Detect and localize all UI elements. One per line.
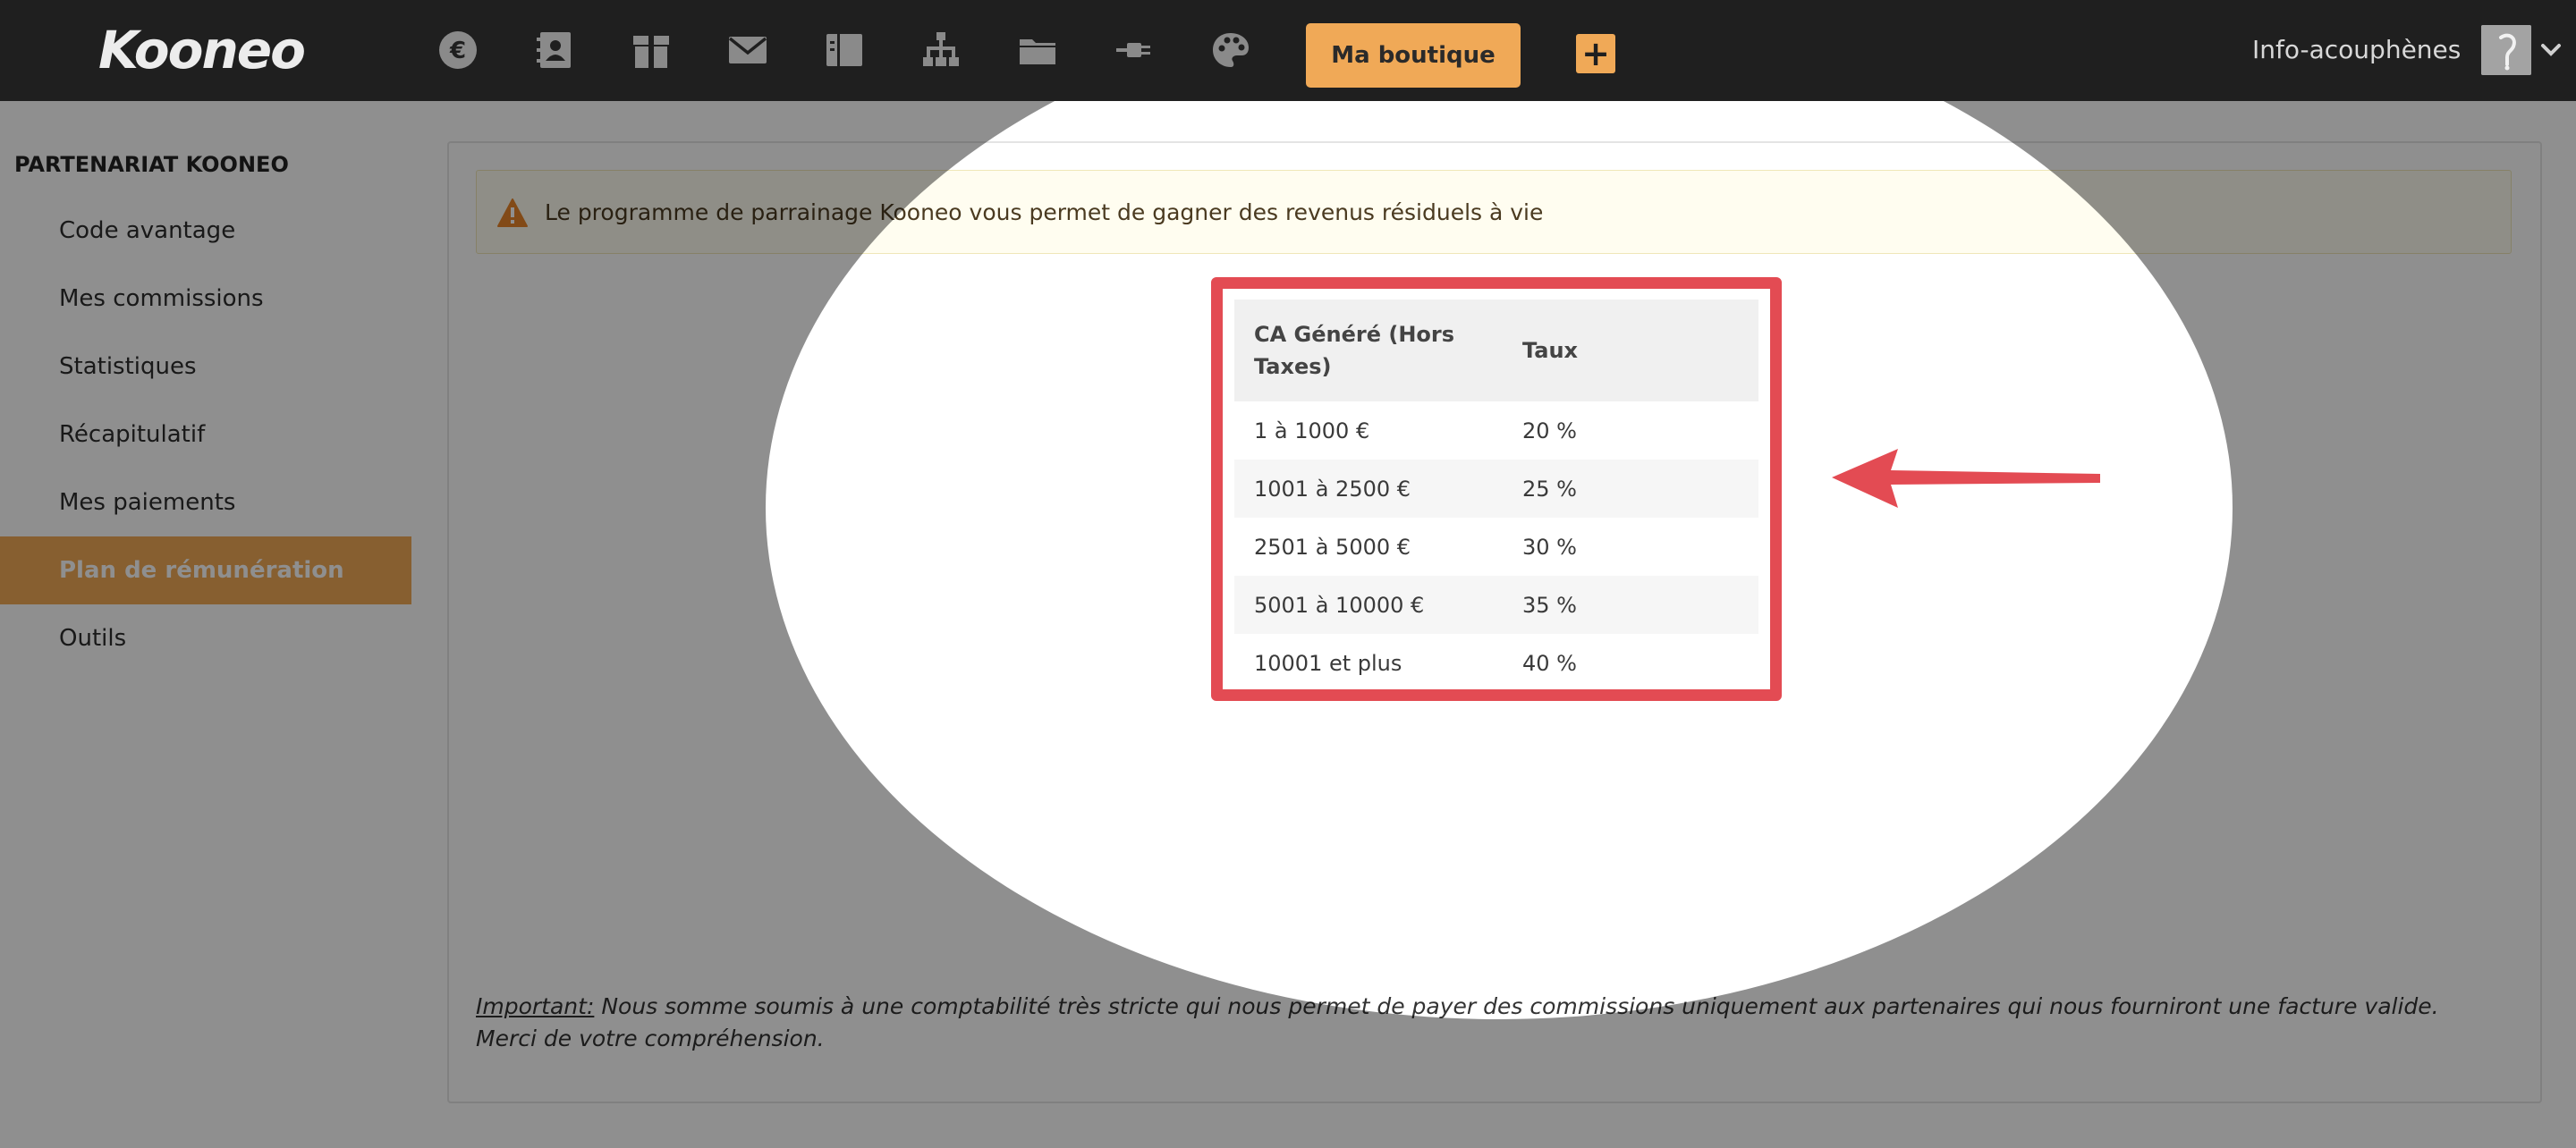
table-header-row: CA Généré (Hors Taxes) Taux bbox=[1234, 300, 1758, 401]
table-row: 2501 à 5000 € 30 % bbox=[1234, 518, 1758, 576]
table-row: 10001 et plus 40 % bbox=[1234, 634, 1758, 692]
chevron-down-icon[interactable] bbox=[2538, 39, 2563, 61]
pages-icon[interactable] bbox=[821, 27, 868, 73]
note-line-1: Important: Nous somme soumis à une compt… bbox=[476, 991, 2524, 1023]
svg-text:€: € bbox=[449, 38, 466, 64]
plugin-icon[interactable] bbox=[1111, 27, 1157, 73]
add-button[interactable]: + bbox=[1576, 34, 1615, 73]
table-cell-ca: 5001 à 10000 € bbox=[1234, 576, 1503, 634]
column-header-taux: Taux bbox=[1503, 300, 1758, 401]
table-cell-taux: 40 % bbox=[1522, 650, 1577, 676]
contacts-icon[interactable] bbox=[531, 27, 578, 73]
affiliate-tree-icon[interactable] bbox=[918, 27, 964, 73]
remuneration-table-highlight: CA Généré (Hors Taxes) Taux 1 à 1000 € 2… bbox=[1211, 277, 1782, 701]
sidebar-item-statistiques[interactable]: Statistiques bbox=[0, 333, 411, 401]
table-cell-taux: 35 % bbox=[1503, 576, 1758, 634]
important-note: Important: Nous somme soumis à une compt… bbox=[476, 991, 2524, 1055]
mail-icon[interactable] bbox=[724, 27, 771, 73]
sidebar-item-code-avantage[interactable]: Code avantage bbox=[0, 197, 411, 265]
table-cell-taux: 30 % bbox=[1522, 534, 1577, 560]
note-line-1-text: Nous somme soumis à une comptabilité trè… bbox=[594, 993, 2439, 1019]
table-cell-taux: 20 % bbox=[1522, 418, 1577, 443]
user-avatar[interactable] bbox=[2481, 25, 2531, 75]
table-cell-ca: 2501 à 5000 € bbox=[1254, 534, 1411, 560]
top-navigation-bar: Kooneo € Ma boutique + Info-acouphènes bbox=[0, 0, 2576, 101]
table-cell-ca: 1 à 1000 € bbox=[1254, 418, 1370, 443]
info-alert: Le programme de parrainage Kooneo vous p… bbox=[476, 170, 2512, 254]
folder-icon[interactable] bbox=[1014, 27, 1061, 73]
sidebar-title: PARTENARIAT KOONEO bbox=[14, 152, 289, 177]
sidebar-item-recapitulatif[interactable]: Récapitulatif bbox=[0, 401, 411, 468]
palette-icon[interactable] bbox=[1208, 27, 1254, 73]
euro-icon[interactable]: € bbox=[435, 27, 481, 73]
note-important-label: Important: bbox=[476, 993, 595, 1019]
warning-icon bbox=[496, 198, 529, 228]
user-name[interactable]: Info-acouphènes bbox=[2252, 32, 2461, 68]
alert-message: Le programme de parrainage Kooneo vous p… bbox=[545, 199, 1544, 225]
kooneo-logo[interactable]: Kooneo bbox=[98, 20, 306, 80]
sidebar-item-mes-commissions[interactable]: Mes commissions bbox=[0, 265, 411, 333]
sidebar-item-mes-paiements[interactable]: Mes paiements bbox=[0, 468, 411, 536]
sidebar-item-outils[interactable]: Outils bbox=[0, 604, 411, 672]
note-line-2: Merci de votre compréhension. bbox=[476, 1026, 825, 1051]
table-cell-ca: 10001 et plus bbox=[1254, 650, 1402, 676]
table-row: 5001 à 10000 € 35 % bbox=[1234, 576, 1758, 634]
table-row: 1001 à 2500 € 25 % bbox=[1234, 460, 1758, 518]
remuneration-table: CA Généré (Hors Taxes) Taux 1 à 1000 € 2… bbox=[1234, 300, 1758, 692]
table-cell-ca: 1001 à 2500 € bbox=[1234, 460, 1503, 518]
column-header-ca: CA Généré (Hors Taxes) bbox=[1234, 300, 1503, 401]
products-icon[interactable] bbox=[628, 27, 674, 73]
table-row: 1 à 1000 € 20 % bbox=[1234, 401, 1758, 460]
sidebar-item-plan-de-remuneration[interactable]: Plan de rémunération bbox=[0, 536, 411, 604]
table-cell-taux: 25 % bbox=[1503, 460, 1758, 518]
ma-boutique-button[interactable]: Ma boutique bbox=[1306, 23, 1521, 88]
